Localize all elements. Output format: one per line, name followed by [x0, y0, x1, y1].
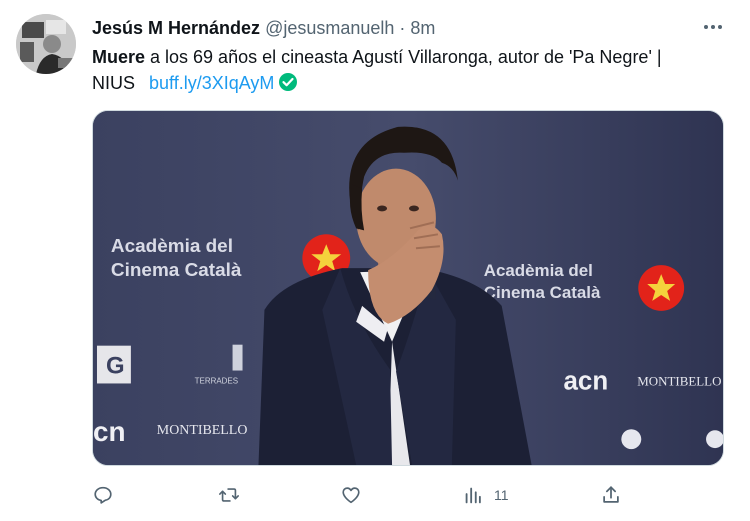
- sponsor-cn: cn: [93, 416, 126, 447]
- reply-button[interactable]: [92, 480, 114, 510]
- more-icon-dot: [711, 25, 715, 29]
- sponsor-montibello-right: MONTIBELLO: [637, 373, 721, 388]
- retweet-button[interactable]: [218, 480, 240, 510]
- tweet-text-bold: Muere: [92, 47, 146, 67]
- share-icon: [603, 486, 619, 503]
- more-options-button[interactable]: [700, 16, 726, 38]
- sponsor-terrades: TERRADES: [195, 376, 238, 385]
- tweet-media-image[interactable]: Acadèmia del Cinema Català Acadèmia del …: [92, 110, 724, 466]
- backdrop-text-left-1: Acadèmia del: [111, 236, 233, 257]
- backdrop-text-right-1: Acadèmia del: [484, 261, 593, 280]
- tweet-header: Jesús M Hernández @jesusmanuelh · 8m: [92, 16, 435, 40]
- tweet-actions: 11: [92, 480, 724, 510]
- avatar[interactable]: [16, 14, 76, 74]
- views-button[interactable]: 11: [462, 480, 509, 510]
- heart-icon: [342, 487, 360, 504]
- avatar-image: [16, 14, 76, 74]
- views-icon: [465, 487, 481, 504]
- tweet[interactable]: Jesús M Hernández @jesusmanuelh · 8m Mue…: [0, 0, 750, 521]
- tweet-timestamp[interactable]: 8m: [410, 18, 435, 39]
- more-icon-dot: [704, 25, 708, 29]
- backdrop-text-left-2: Cinema Català: [111, 260, 242, 281]
- sponsor-montibello-left: MONTIBELLO: [157, 423, 248, 438]
- retweet-icon: [219, 488, 239, 502]
- tweet-link[interactable]: buff.ly/3XIqAyM: [149, 73, 274, 93]
- separator-dot: ·: [399, 17, 406, 38]
- svg-text:G: G: [106, 353, 125, 380]
- share-button[interactable]: [600, 480, 622, 510]
- estrella-badge-right: [638, 265, 685, 311]
- author-handle[interactable]: @jesusmanuelh: [265, 18, 394, 39]
- tweet-text: Muere a los 69 años el cineasta Agustí V…: [92, 44, 712, 99]
- reply-icon: [94, 486, 112, 504]
- sponsor-acn: acn: [564, 367, 609, 395]
- more-icon-dot: [718, 25, 722, 29]
- diputacio-logo: [621, 429, 642, 450]
- author-display-name[interactable]: Jesús M Hernández: [92, 18, 260, 39]
- backdrop-text-right-2: Cinema Català: [484, 283, 601, 302]
- verified-link-icon: [278, 72, 298, 99]
- g-logo: G: [96, 345, 131, 384]
- views-count: 11: [494, 487, 509, 503]
- like-button[interactable]: [340, 480, 362, 510]
- photo-villaronga: Acadèmia del Cinema Català Acadèmia del …: [93, 111, 723, 465]
